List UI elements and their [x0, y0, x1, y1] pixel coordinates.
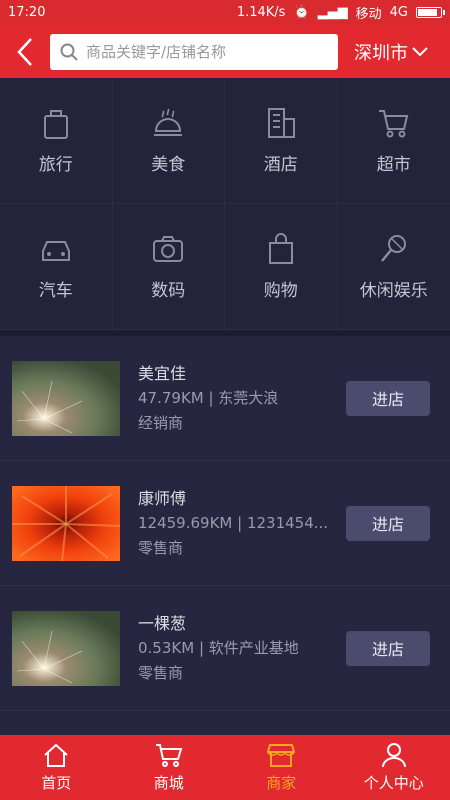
category-hotel[interactable]: 酒店 [225, 78, 338, 204]
shop-distance-location: 12459.69KM | 1231454... [138, 513, 329, 532]
category-car[interactable]: 汽车 [0, 204, 113, 330]
chevron-down-icon [412, 46, 428, 56]
car-icon [41, 241, 70, 261]
category-label: 旅行 [38, 155, 73, 175]
shop-info: 康师傅 12459.69KM | 1231454... 零售商 [138, 486, 334, 561]
tab-mall[interactable]: 商城 [113, 735, 226, 800]
shop-type: 零售商 [138, 538, 184, 557]
category-shopping[interactable]: 购物 [225, 204, 338, 330]
shop-thumbnail [12, 360, 120, 436]
microphone-icon [380, 235, 406, 262]
shop-item[interactable]: 一棵葱 0.53KM | 软件产业基地 零售商 进店 [0, 586, 450, 711]
user-icon [381, 743, 406, 768]
food-cloche-icon [154, 108, 183, 136]
tab-profile[interactable]: 个人中心 [338, 735, 450, 800]
shop-type: 零售商 [138, 663, 184, 682]
category-label: 数码 [151, 281, 186, 301]
status-time: 17:20 [8, 5, 46, 20]
alarm-icon: ⏰ [293, 5, 310, 20]
category-grid: 旅行 美食 酒店 超市 汽车 数码 购物 休闲娱乐 [0, 78, 450, 330]
shop-name: 康师傅 [138, 488, 187, 508]
tab-label: 首页 [41, 774, 72, 792]
back-button[interactable] [0, 25, 50, 78]
city-selector[interactable]: 深圳市 [354, 39, 428, 65]
search-icon [60, 43, 78, 61]
shopping-bag-icon [268, 233, 293, 264]
search-input[interactable] [86, 42, 326, 61]
building-icon [267, 108, 295, 138]
chevron-left-icon [17, 37, 32, 66]
shop-name: 美宜佳 [138, 363, 187, 383]
category-leisure[interactable]: 休闲娱乐 [337, 204, 450, 330]
category-label: 酒店 [263, 155, 298, 175]
shop-distance-location: 47.79KM | 东莞大浪 [138, 388, 279, 407]
shop-thumbnail [12, 610, 120, 686]
shop-name: 一棵葱 [138, 613, 187, 633]
home-icon [44, 743, 68, 767]
category-food[interactable]: 美食 [112, 78, 225, 204]
enter-shop-button[interactable]: 进店 [346, 505, 430, 541]
battery-icon [416, 7, 445, 18]
category-label: 美食 [151, 155, 186, 175]
luggage-icon [43, 110, 68, 139]
bottom-tab-bar: 首页 商城 商家 个人中心 [0, 735, 450, 800]
search-box[interactable] [50, 33, 338, 70]
tab-label: 商家 [266, 774, 297, 792]
shop-icon [267, 744, 296, 767]
tab-label: 商城 [153, 774, 184, 792]
category-label: 超市 [376, 155, 411, 175]
shop-type: 经销商 [138, 413, 184, 432]
shop-item[interactable]: 康师傅 12459.69KM | 1231454... 零售商 进店 [0, 461, 450, 586]
tab-label: 个人中心 [363, 774, 424, 792]
shop-item[interactable]: 美宜佳 47.79KM | 东莞大浪 经销商 进店 [0, 336, 450, 461]
cart-icon [378, 110, 409, 138]
network-type: 4G [389, 5, 408, 20]
status-indicators: 1.14K/s ⏰ ▂▄▆ 移动 4G [236, 3, 445, 22]
signal-icon: ▂▄▆ [317, 5, 348, 20]
shop-info: 一棵葱 0.53KM | 软件产业基地 零售商 [138, 611, 334, 686]
enter-shop-button[interactable]: 进店 [346, 380, 430, 416]
category-label: 购物 [263, 281, 298, 301]
category-label: 休闲娱乐 [359, 281, 428, 301]
shop-list: 美宜佳 47.79KM | 东莞大浪 经销商 进店 康师傅 12459.69KM… [0, 330, 450, 735]
camera-icon [153, 236, 184, 262]
category-digital[interactable]: 数码 [112, 204, 225, 330]
tab-home[interactable]: 首页 [0, 735, 113, 800]
category-label: 汽车 [38, 281, 73, 301]
city-label: 深圳市 [354, 42, 408, 64]
carrier-label: 移动 [355, 7, 382, 22]
shop-distance-location: 0.53KM | 软件产业基地 [138, 638, 299, 657]
cart-icon [155, 744, 183, 767]
enter-shop-button[interactable]: 进店 [346, 630, 430, 666]
top-header: 深圳市 [0, 25, 450, 78]
tab-merchants[interactable]: 商家 [225, 735, 338, 800]
network-speed: 1.14K/s [236, 5, 286, 20]
status-bar: 17:20 1.14K/s ⏰ ▂▄▆ 移动 4G [0, 0, 450, 25]
shop-thumbnail [12, 485, 120, 561]
shop-info: 美宜佳 47.79KM | 东莞大浪 经销商 [138, 361, 334, 436]
category-travel[interactable]: 旅行 [0, 78, 113, 204]
category-supermarket[interactable]: 超市 [337, 78, 450, 204]
